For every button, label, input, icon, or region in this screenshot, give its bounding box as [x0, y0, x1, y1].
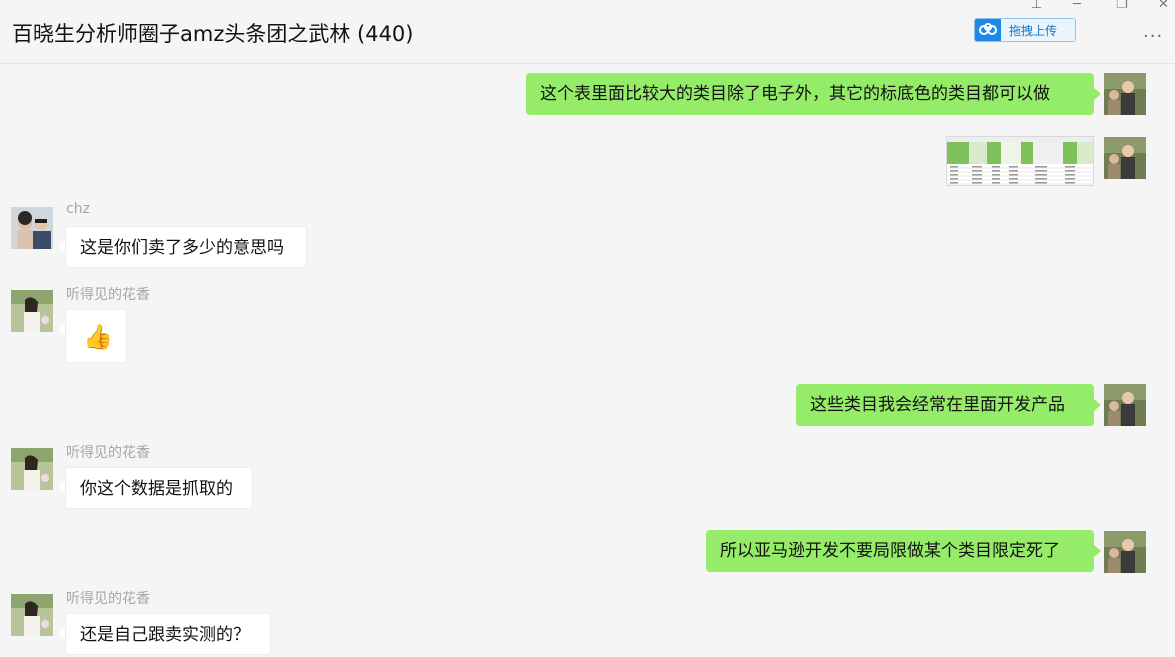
chat-header: 百晓生分析师圈子amz头条团之武林 (440) ⊥ ─ ❐ ✕ 拖拽上传 ···	[0, 0, 1175, 64]
bubble-tail	[58, 323, 65, 335]
my-avatar[interactable]	[1104, 73, 1146, 115]
more-options-icon[interactable]: ···	[1143, 28, 1163, 46]
message-bubble-mine[interactable]: 这个表里面比较大的类目除了电子外，其它的标底色的类目都可以做	[526, 73, 1094, 115]
chz-avatar[interactable]	[11, 207, 53, 249]
close-icon[interactable]: ✕	[1158, 0, 1169, 12]
sender-name: 听得见的花香	[66, 591, 150, 607]
thumbs-up-icon[interactable]: 👍	[65, 309, 127, 363]
message-bubble-theirs[interactable]: 你这个数据是抓取的	[65, 467, 253, 509]
image-message-spreadsheet[interactable]	[946, 136, 1094, 186]
upload-label: 拖拽上传	[1009, 23, 1058, 38]
cloud-icon	[975, 19, 1001, 41]
my-avatar[interactable]	[1104, 137, 1146, 179]
bubble-tail	[1094, 399, 1101, 411]
chat-title: 百晓生分析师圈子amz头条团之武林 (440)	[12, 22, 414, 46]
listener-avatar[interactable]	[11, 448, 53, 490]
message-bubble-theirs[interactable]: 这是你们卖了多少的意思吗	[65, 226, 307, 268]
message-bubble-theirs[interactable]: 还是自己跟卖实测的？	[65, 613, 271, 655]
message-bubble-mine[interactable]: 所以亚马逊开发不要局限做某个类目限定死了	[706, 530, 1094, 572]
sender-name: chz	[66, 201, 90, 217]
listener-avatar[interactable]	[11, 290, 53, 332]
pin-icon[interactable]: ⊥	[1031, 0, 1042, 12]
message-bubble-mine[interactable]: 这些类目我会经常在里面开发产品	[796, 384, 1094, 426]
bubble-tail	[58, 240, 65, 252]
bubble-tail	[58, 627, 65, 639]
minimize-icon[interactable]: ─	[1073, 0, 1081, 12]
my-avatar[interactable]	[1104, 384, 1146, 426]
listener-avatar[interactable]	[11, 594, 53, 636]
bubble-tail	[1094, 88, 1101, 100]
bubble-tail	[1094, 545, 1101, 557]
sender-name: 听得见的花香	[66, 445, 150, 461]
bubble-tail	[58, 481, 65, 493]
sender-name: 听得见的花香	[66, 287, 150, 303]
my-avatar[interactable]	[1104, 531, 1146, 573]
restore-icon[interactable]: ❐	[1116, 0, 1128, 12]
drag-upload-button[interactable]: 拖拽上传	[974, 18, 1076, 42]
